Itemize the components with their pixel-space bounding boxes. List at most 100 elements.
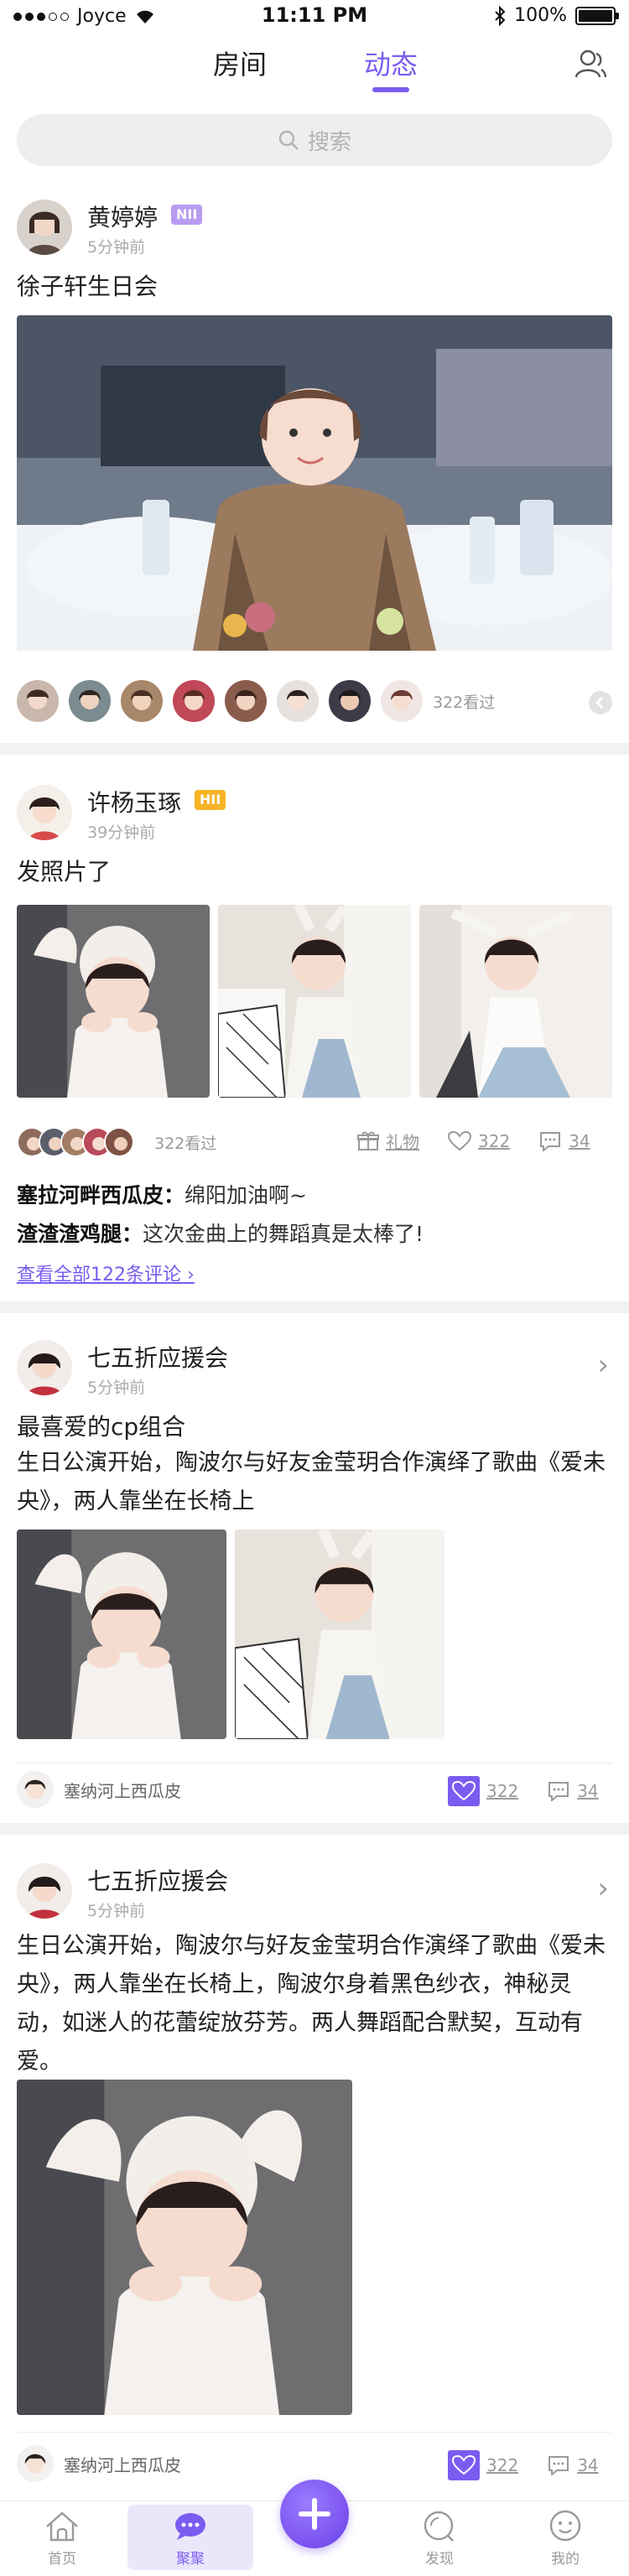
battery-icon bbox=[575, 6, 619, 25]
avatar[interactable] bbox=[17, 200, 72, 255]
gift-icon bbox=[357, 1131, 379, 1150]
view-all-comments-link[interactable]: 查看全部122条评论 › bbox=[17, 1259, 195, 1286]
liker-avatar[interactable] bbox=[17, 2445, 54, 2482]
comment-button[interactable]: 34 bbox=[538, 1131, 590, 1151]
level-badge: NII bbox=[171, 205, 203, 225]
viewer-avatar[interactable] bbox=[121, 680, 163, 722]
comment-text: 绵阳加油啊~ bbox=[185, 1183, 307, 1208]
post-title: 最喜爱的cp组合 bbox=[17, 1413, 186, 1441]
avatar[interactable] bbox=[17, 785, 72, 840]
home-icon bbox=[46, 2511, 78, 2542]
viewer-list[interactable]: 322看过 bbox=[17, 679, 495, 723]
post-title: 徐子轩生日会 bbox=[17, 273, 159, 300]
nav-discover-label: 发现 bbox=[425, 2551, 454, 2568]
discover-icon bbox=[424, 2511, 454, 2542]
nav-gather-label: 聚聚 bbox=[176, 2551, 205, 2568]
comment-icon bbox=[548, 2456, 569, 2475]
post-title: 发照片了 bbox=[17, 858, 112, 886]
view-count: 322看过 bbox=[433, 693, 496, 712]
post-username[interactable]: 许杨玉琢 bbox=[87, 785, 181, 818]
post-time: 5分钟前 bbox=[87, 238, 146, 257]
chevron-right-icon[interactable]: › bbox=[597, 1348, 609, 1382]
comment-button[interactable]: 34 bbox=[547, 1781, 599, 1801]
post-photo[interactable] bbox=[235, 1530, 444, 1739]
comment-icon bbox=[540, 1131, 561, 1151]
comment-count: 34 bbox=[569, 1130, 590, 1151]
avatar[interactable] bbox=[17, 1863, 72, 1919]
nav-home[interactable]: 首页 bbox=[20, 2510, 104, 2568]
nav-gather[interactable]: 聚聚 bbox=[148, 2510, 232, 2568]
section-separator bbox=[0, 1301, 629, 1313]
comment-count: 34 bbox=[577, 1781, 599, 1801]
active-tab-indicator bbox=[372, 87, 409, 92]
post-body: 生日公演开始，陶波尔与好友金莹玥合作演绎了歌曲《爱未央》，两人靠坐在长椅上 bbox=[17, 1450, 606, 1514]
gift-button[interactable]: 礼物 bbox=[357, 1129, 419, 1153]
liker-row[interactable]: 塞纳河上西瓜皮 bbox=[17, 1768, 181, 1811]
like-count: 322 bbox=[486, 1781, 519, 1801]
chevron-right-icon[interactable]: › bbox=[597, 1872, 609, 1905]
viewer-avatar[interactable] bbox=[104, 1127, 134, 1157]
bluetooth-icon bbox=[495, 5, 506, 26]
chat-bubble-icon bbox=[175, 2513, 205, 2540]
search-bar[interactable]: 搜索 bbox=[17, 114, 612, 166]
post-photo[interactable] bbox=[17, 2080, 352, 2415]
viewer-avatar[interactable] bbox=[173, 680, 215, 722]
chevron-left-icon[interactable] bbox=[589, 691, 612, 714]
viewer-list[interactable]: 322看过 bbox=[17, 1120, 216, 1164]
post-actions: 322 34 bbox=[448, 1776, 599, 1806]
comment-user[interactable]: 渣渣渣鸡腿 bbox=[17, 1222, 122, 1246]
avatar[interactable] bbox=[17, 1340, 72, 1395]
liker-name[interactable]: 塞纳河上西瓜皮 bbox=[64, 2452, 181, 2476]
search-placeholder: 搜索 bbox=[307, 129, 351, 155]
liker-row[interactable]: 塞纳河上西瓜皮 bbox=[17, 2442, 181, 2485]
comment-user[interactable]: 塞拉河畔西瓜皮 bbox=[17, 1183, 164, 1208]
status-bar: Joyce 11:11 PM 100% bbox=[0, 0, 629, 34]
search-icon bbox=[278, 130, 299, 150]
viewer-avatar[interactable] bbox=[381, 680, 423, 722]
tab-rooms[interactable]: 房间 bbox=[213, 44, 267, 82]
post-photo[interactable] bbox=[17, 315, 612, 651]
nav-discover[interactable]: 发现 bbox=[398, 2510, 481, 2568]
post-photo[interactable] bbox=[218, 905, 411, 1098]
comment-item: 塞拉河畔西瓜皮：绵阳加油啊~ bbox=[17, 1183, 307, 1208]
gift-label: 礼物 bbox=[386, 1132, 419, 1152]
viewer-avatar[interactable] bbox=[69, 680, 111, 722]
post-photo[interactable] bbox=[419, 905, 612, 1098]
like-button[interactable]: 322 bbox=[448, 2450, 518, 2480]
liker-name[interactable]: 塞纳河上西瓜皮 bbox=[64, 1778, 181, 1802]
comment-icon bbox=[548, 1782, 569, 1801]
post-time: 5分钟前 bbox=[87, 1379, 146, 1397]
post-username[interactable]: 黄婷婷 bbox=[87, 200, 158, 233]
viewer-avatar[interactable] bbox=[225, 680, 267, 722]
level-badge: HII bbox=[195, 790, 226, 810]
heart-icon bbox=[451, 2454, 476, 2475]
nav-mine-label: 我的 bbox=[551, 2551, 580, 2568]
post-card: 黄婷婷 NII 5分钟前 徐子轩生日会 322看过 bbox=[0, 200, 629, 728]
comment-text: 这次金曲上的舞蹈真是太棒了! bbox=[143, 1222, 424, 1246]
nav-mine[interactable]: 我的 bbox=[523, 2510, 607, 2568]
divider bbox=[17, 2432, 612, 2433]
like-count: 322 bbox=[486, 2455, 519, 2475]
post-username[interactable]: 七五折应援会 bbox=[87, 1340, 228, 1374]
post-actions: 礼物 322 34 bbox=[357, 1129, 590, 1153]
post-time: 39分钟前 bbox=[87, 823, 156, 842]
comment-button[interactable]: 34 bbox=[547, 2455, 599, 2475]
face-icon bbox=[549, 2510, 581, 2542]
post-photo[interactable] bbox=[17, 1530, 226, 1739]
section-separator bbox=[0, 743, 629, 755]
post-body: 生日公演开始，陶波尔与好友金莹玥合作演绎了歌曲《爱未央》，两人靠坐在长椅上，陶波… bbox=[17, 1933, 606, 2075]
post-username[interactable]: 七五折应援会 bbox=[87, 1863, 228, 1897]
section-separator bbox=[0, 1823, 629, 1835]
like-button[interactable]: 322 bbox=[448, 1130, 511, 1151]
viewer-avatar[interactable] bbox=[17, 680, 59, 722]
post-card: 许杨玉琢 HII 39分钟前 发照片了 322看过 礼物 322 34 塞拉河畔… bbox=[0, 785, 629, 1305]
post-photo[interactable] bbox=[17, 905, 210, 1098]
viewer-avatar[interactable] bbox=[277, 680, 319, 722]
viewer-avatar[interactable] bbox=[329, 680, 371, 722]
like-count: 322 bbox=[478, 1130, 511, 1151]
create-post-button[interactable] bbox=[280, 2480, 349, 2548]
tab-moments[interactable]: 动态 bbox=[364, 44, 418, 82]
like-button[interactable]: 322 bbox=[448, 1776, 518, 1806]
user-profile-icon[interactable] bbox=[574, 47, 607, 80]
liker-avatar[interactable] bbox=[17, 1771, 54, 1808]
